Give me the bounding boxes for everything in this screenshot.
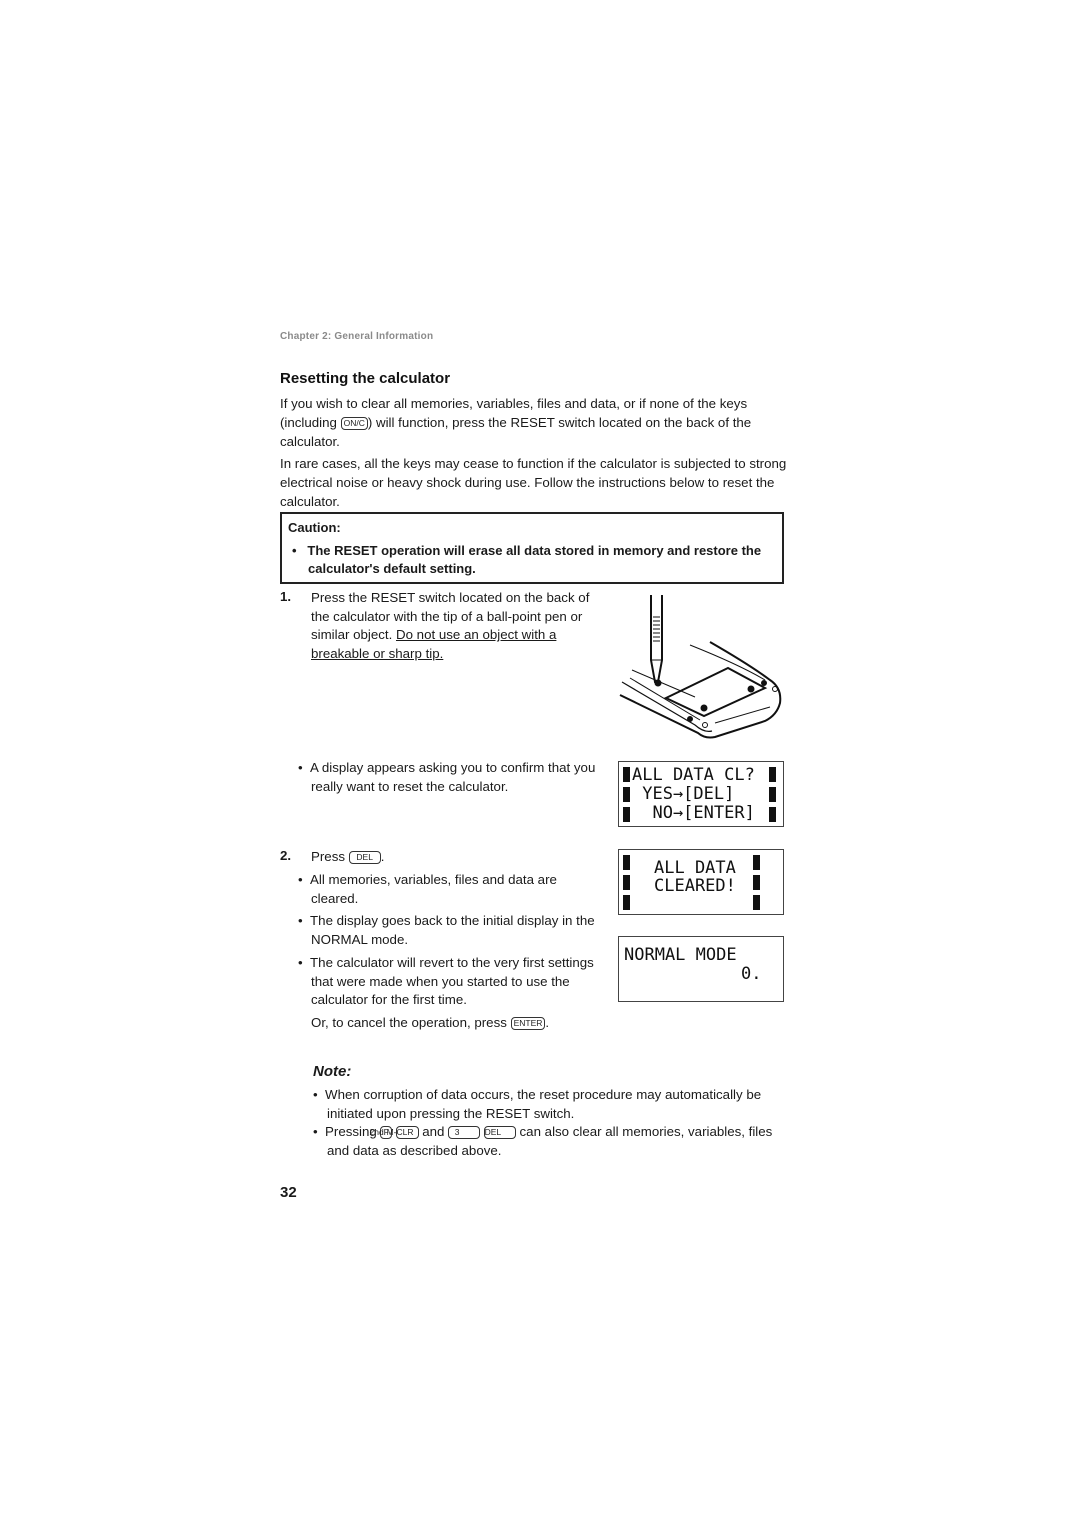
bullet-text: All memories, variables, files and data … bbox=[310, 872, 557, 906]
chapter-header: Chapter 2: General Information bbox=[280, 331, 434, 342]
lcd-confirm-display: ALL DATA CL? YES→[DEL] NO→[ENTER] bbox=[618, 761, 784, 827]
lcd-cursor bbox=[623, 855, 630, 870]
step-1-bullet-text: A display appears asking you to confirm … bbox=[310, 760, 596, 794]
lcd-cursor bbox=[753, 875, 760, 890]
caution-text: The RESET operation will erase all data … bbox=[307, 543, 762, 576]
lcd-cursor bbox=[623, 875, 630, 890]
note-item-2: • Pressing 2ndF M-CLR and 3 DEL can also… bbox=[313, 1124, 773, 1158]
caution-box: Caution: • The RESET operation will eras… bbox=[280, 512, 784, 584]
lcd-line-1: ALL DATA bbox=[654, 858, 736, 878]
key-del: DEL bbox=[348, 851, 381, 864]
note-text: When corruption of data occurs, the rese… bbox=[325, 1087, 762, 1121]
lcd-line-2: CLEARED! bbox=[654, 876, 736, 896]
step-2-text: Press DEL. bbox=[311, 848, 591, 867]
note-text: and bbox=[418, 1124, 449, 1139]
note-title: Note: bbox=[313, 1063, 352, 1080]
bullet-text: The display goes back to the initial dis… bbox=[310, 913, 595, 947]
cancel-instruction: Or, to cancel the operation, press ENTER… bbox=[311, 1014, 611, 1033]
lcd-line-3: NO→[ENTER] bbox=[632, 803, 755, 823]
bullet-text: The calculator will revert to the very f… bbox=[310, 955, 594, 1007]
step-1-number: 1. bbox=[280, 589, 292, 604]
key-m-clr: M-CLR bbox=[387, 1126, 419, 1139]
lcd-cursor bbox=[753, 855, 760, 870]
note-item-1: • When corruption of data occurs, the re… bbox=[313, 1087, 762, 1121]
section-title: Resetting the calculator bbox=[280, 370, 451, 387]
bullet-icon: • bbox=[292, 543, 297, 558]
lcd-line-1: ALL DATA CL? bbox=[632, 765, 755, 785]
step-2-press: Press bbox=[311, 849, 349, 864]
step-1-text: Press the RESET switch located on the ba… bbox=[311, 589, 591, 663]
step-1-bullet: • A display appears asking you to confir… bbox=[298, 760, 596, 794]
lcd-cursor bbox=[623, 895, 630, 910]
lcd-cursor bbox=[623, 767, 630, 782]
intro-paragraph-1: If you wish to clear all memories, varia… bbox=[280, 394, 790, 451]
key-enter: ENTER bbox=[510, 1017, 546, 1030]
lcd-cleared-display: ALL DATA CLEARED! bbox=[618, 849, 784, 915]
pen-icon bbox=[650, 595, 663, 683]
key-3: 3 bbox=[448, 1126, 481, 1139]
punctuation: . bbox=[545, 1015, 550, 1030]
lcd-cursor bbox=[769, 767, 776, 782]
step-2-bullet-1: • All memories, variables, files and dat… bbox=[298, 872, 557, 906]
step-2-bullet-2: • The display goes back to the initial d… bbox=[298, 913, 595, 947]
reset-illustration bbox=[619, 595, 782, 739]
step-2-bullet-3: • The calculator will revert to the very… bbox=[298, 955, 594, 1007]
lcd-normal-display: NORMAL MODE 0. bbox=[618, 936, 784, 1002]
key-on-c: ON/C bbox=[340, 417, 368, 430]
lcd-cursor bbox=[769, 807, 776, 822]
lcd-value: 0. bbox=[741, 964, 762, 984]
step-2-number: 2. bbox=[280, 848, 292, 863]
lcd-cursor bbox=[753, 895, 760, 910]
lcd-cursor bbox=[623, 807, 630, 822]
key-del: DEL bbox=[483, 1126, 516, 1139]
lcd-cursor bbox=[769, 787, 776, 802]
caution-title: Caution: bbox=[288, 520, 341, 535]
calculator-back-icon bbox=[619, 641, 782, 739]
intro-paragraph-2: In rare cases, all the keys may cease to… bbox=[280, 456, 787, 509]
lcd-mode-line: NORMAL MODE bbox=[624, 945, 737, 965]
lcd-cursor bbox=[623, 787, 630, 802]
lcd-line-2: YES→[DEL] bbox=[632, 784, 735, 804]
cancel-text: Or, to cancel the operation, press bbox=[311, 1015, 511, 1030]
page-number: 32 bbox=[280, 1184, 297, 1201]
caution-item: • The RESET operation will erase all dat… bbox=[292, 542, 778, 578]
punctuation: . bbox=[380, 849, 385, 864]
